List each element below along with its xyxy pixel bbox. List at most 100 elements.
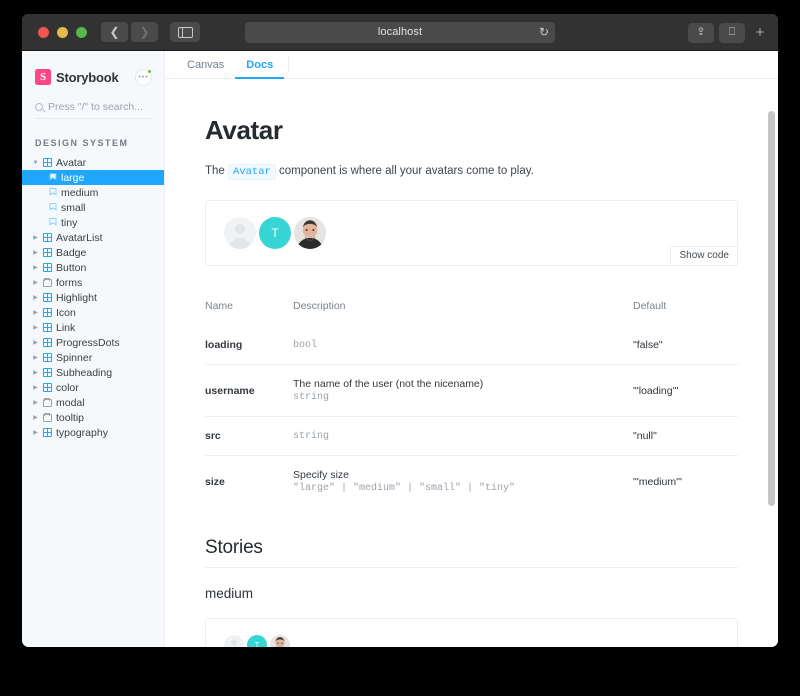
chevron-right-icon[interactable]: ▶ bbox=[32, 370, 39, 376]
sidebar-item-label: modal bbox=[56, 396, 85, 409]
chevron-right-icon[interactable]: ▶ bbox=[32, 400, 39, 406]
show-code-button-primary[interactable]: Show code bbox=[669, 246, 738, 266]
tab-canvas[interactable]: Canvas bbox=[176, 51, 235, 78]
sidebar-item-label: Avatar bbox=[56, 156, 87, 169]
sidebar-item-label: small bbox=[61, 201, 86, 214]
back-icon[interactable]: ❮ bbox=[101, 22, 128, 42]
new-tab-icon[interactable]: + bbox=[750, 23, 770, 43]
sidebar-item-small[interactable]: small bbox=[22, 200, 164, 215]
table-row: loading bool "false" bbox=[205, 326, 738, 365]
chevron-right-icon[interactable]: ▶ bbox=[32, 310, 39, 316]
component-icon bbox=[43, 428, 52, 437]
vertical-scrollbar[interactable] bbox=[768, 108, 775, 646]
chevron-right-icon[interactable]: ▶ bbox=[32, 250, 39, 256]
sidebar-item-forms[interactable]: ▶ forms bbox=[22, 275, 164, 290]
avatar-initial-letter: T bbox=[254, 641, 260, 648]
chevron-right-icon[interactable]: ▶ bbox=[32, 265, 39, 271]
intro-paragraph: The Avatar component is where all your a… bbox=[205, 164, 738, 180]
chevron-right-icon[interactable]: ▶ bbox=[32, 325, 39, 331]
sidebar-item-tiny[interactable]: tiny bbox=[22, 215, 164, 230]
browser-toolbar: ❮ ❯ localhost ↻ ⇪ ⎕ + bbox=[22, 14, 778, 51]
tab-overview-icon[interactable]: ⎕ bbox=[719, 22, 745, 43]
sidebar-item-tooltip[interactable]: ▶ tooltip bbox=[22, 410, 164, 425]
prop-description: The name of the user (not the nicename) s… bbox=[293, 364, 633, 417]
chevron-right-icon[interactable]: ▶ bbox=[32, 295, 39, 301]
share-icon[interactable]: ⇪ bbox=[688, 22, 714, 43]
component-icon bbox=[43, 383, 52, 392]
prop-description: Specify size "large" | "medium" | "small"… bbox=[293, 455, 633, 507]
sidebar-item-label: Subheading bbox=[56, 366, 113, 379]
minimize-window-button[interactable] bbox=[57, 26, 68, 38]
story-icon bbox=[49, 203, 57, 212]
avatar-row-medium: T bbox=[224, 635, 719, 647]
prop-default: "false" bbox=[633, 326, 738, 365]
sidebar-item-progressdots[interactable]: ▶ ProgressDots bbox=[22, 335, 164, 350]
col-header-name: Name bbox=[205, 300, 234, 312]
address-bar[interactable]: localhost ↻ bbox=[245, 21, 555, 43]
inline-code-avatar: Avatar bbox=[228, 164, 276, 180]
docs-page: Avatar The Avatar component is where all… bbox=[165, 79, 778, 647]
reload-icon[interactable]: ↻ bbox=[539, 26, 549, 38]
col-header-default: Default bbox=[633, 300, 667, 312]
sidebar-item-color[interactable]: ▶ color bbox=[22, 380, 164, 395]
props-table-head: Name Description Default bbox=[205, 292, 738, 326]
docs-scroll-area: Avatar The Avatar component is where all… bbox=[165, 79, 778, 647]
forward-icon[interactable]: ❯ bbox=[131, 22, 158, 42]
sidebar-item-avatarlist[interactable]: ▶ AvatarList bbox=[22, 230, 164, 245]
storybook-app: S Storybook ••• DESIGN SYSTEM ▼ Avatar lar… bbox=[22, 51, 778, 647]
sidebar-item-label: Highlight bbox=[56, 291, 97, 304]
sidebar-item-modal[interactable]: ▶ modal bbox=[22, 395, 164, 410]
sidebar-item-label: large bbox=[61, 171, 85, 184]
safari-window: ❮ ❯ localhost ↻ ⇪ ⎕ + S Storybook ••• Pr… bbox=[22, 14, 778, 647]
chevron-right-icon[interactable]: ▶ bbox=[32, 355, 39, 361]
component-icon bbox=[43, 263, 52, 272]
chevron-down-icon[interactable]: ▼ bbox=[32, 160, 39, 166]
avatar-initial: T bbox=[259, 217, 291, 249]
page-title: Avatar bbox=[205, 115, 283, 145]
sidebar-item-typography[interactable]: ▶ typography bbox=[22, 425, 164, 440]
chevron-right-icon[interactable]: ▶ bbox=[32, 235, 39, 241]
prop-name: src bbox=[205, 416, 293, 456]
sidebar-item-spinner[interactable]: ▶ Spinner bbox=[22, 350, 164, 365]
chevron-right-icon[interactable]: ▶ bbox=[32, 340, 39, 346]
maximize-window-button[interactable] bbox=[76, 26, 87, 38]
window-controls bbox=[38, 26, 87, 38]
scrollbar-thumb[interactable] bbox=[768, 111, 775, 506]
chevron-right-icon[interactable]: ▶ bbox=[32, 280, 39, 286]
avatar-initial: T bbox=[247, 635, 267, 647]
tab-docs[interactable]: Docs bbox=[235, 51, 285, 79]
sidebar-item-avatar[interactable]: ▼ Avatar bbox=[22, 155, 164, 170]
chevron-right-icon[interactable]: ▶ bbox=[32, 430, 39, 436]
prop-name: username bbox=[205, 364, 293, 417]
search-icon bbox=[35, 103, 43, 111]
sidebar-item-link[interactable]: ▶ Link bbox=[22, 320, 164, 335]
chevron-right-icon[interactable]: ▶ bbox=[32, 415, 39, 421]
sidebar-item-subheading[interactable]: ▶ Subheading bbox=[22, 365, 164, 380]
props-table-header-row: Name Description Default bbox=[205, 292, 738, 326]
sidebar-item-highlight[interactable]: ▶ Highlight bbox=[22, 290, 164, 305]
sidebar-item-large[interactable]: large bbox=[22, 170, 164, 185]
sidebar-item-medium[interactable]: medium bbox=[22, 185, 164, 200]
avatar-initial-letter: T bbox=[271, 226, 279, 240]
sidebar-item-badge[interactable]: ▶ Badge bbox=[22, 245, 164, 260]
prop-default: "'medium'" bbox=[633, 455, 738, 507]
close-window-button[interactable] bbox=[38, 26, 49, 38]
search-container[interactable] bbox=[35, 101, 152, 119]
sidebar-menu-button[interactable]: ••• bbox=[135, 68, 152, 86]
sidebar-item-icon[interactable]: ▶ Icon bbox=[22, 305, 164, 320]
sidebar-header: S Storybook ••• bbox=[22, 64, 164, 90]
chevron-right-icon[interactable]: ▶ bbox=[32, 385, 39, 391]
sidebar-item-label: medium bbox=[61, 186, 99, 199]
sidebar-icon[interactable] bbox=[170, 22, 200, 42]
component-icon bbox=[43, 368, 52, 377]
component-icon bbox=[43, 233, 52, 242]
sidebar-item-label: tiny bbox=[61, 216, 78, 229]
sidebar-item-button[interactable]: ▶ Button bbox=[22, 260, 164, 275]
component-icon bbox=[43, 308, 52, 317]
sidebar-item-label: AvatarList bbox=[56, 231, 103, 244]
toolbar-right-group: ⇪ ⎕ + bbox=[688, 14, 770, 51]
tab-bar: Canvas Docs bbox=[165, 51, 778, 79]
search-input[interactable] bbox=[48, 101, 152, 113]
props-table-body: loading bool "false" username The name of th… bbox=[205, 326, 738, 507]
stories-heading: Stories bbox=[205, 537, 738, 568]
